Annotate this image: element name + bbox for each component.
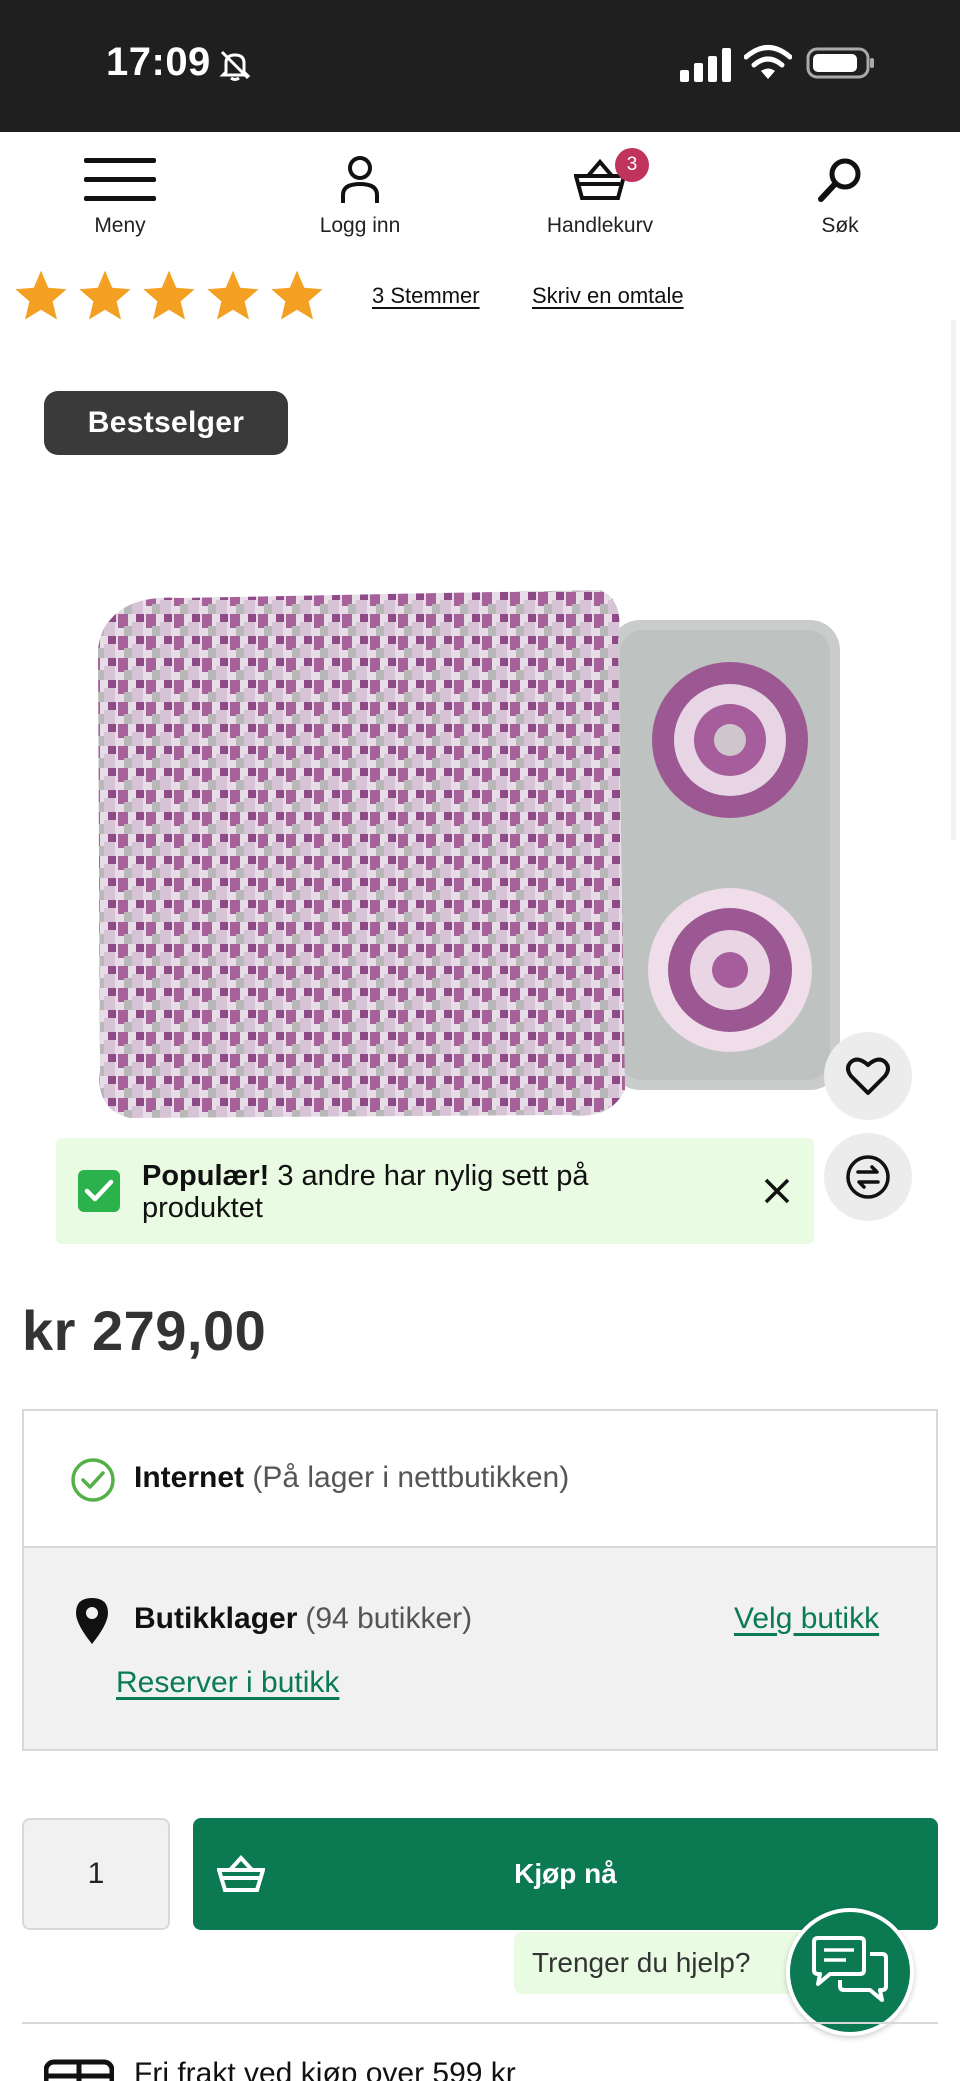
stock-internet-row: Internet (På lager i nettbutikken) [24,1411,936,1548]
scrollbar[interactable] [951,320,956,840]
star-icon [207,270,259,320]
checkbox-checked-icon [78,1170,120,1212]
votes-link[interactable]: 3 Stemmer [372,283,480,309]
status-bar: 17:09 [0,0,960,132]
heart-icon [846,1057,890,1095]
wishlist-button[interactable] [824,1032,912,1120]
cart-label: Handlekurv [546,214,654,237]
internet-label: Internet [134,1461,245,1494]
popular-strong: Populær! [142,1160,270,1192]
delivery-box-icon [44,2059,114,2081]
top-navigation: Meny Logg inn 3 Handlekurv Søk [0,132,960,250]
stock-shop-row: Butikklager (94 butikker) Velg butikk Res… [24,1548,936,1749]
login-label: Logg inn [319,214,401,237]
compare-button[interactable] [824,1133,912,1221]
bestseller-badge: Bestselger [44,391,288,455]
internet-detail: (På lager i nettbutikken) [252,1461,570,1494]
reserve-in-shop-link[interactable]: Reserver i butikk [116,1666,339,1700]
shop-detail: (94 butikker) [305,1602,473,1635]
product-image[interactable] [90,570,860,1140]
popular-notice: Populær! 3 andre har nylig sett på produ… [56,1138,814,1244]
popular-message: Populær! 3 andre har nylig sett på produ… [142,1160,682,1224]
internet-stock-label: Internet (På lager i nettbutikken) [134,1461,569,1495]
user-icon [341,156,379,203]
menu-button[interactable]: Meny [40,154,200,238]
star-icon [15,270,67,320]
close-icon[interactable] [760,1174,794,1208]
rating-stars[interactable] [12,267,326,325]
hamburger-icon [84,158,156,201]
chat-button[interactable] [786,1908,914,2036]
signal-icon [680,48,731,82]
bell-slash-icon [219,50,251,81]
wifi-icon [744,45,792,79]
choose-shop-link[interactable]: Velg butikk [734,1602,879,1636]
menu-label: Meny [94,214,146,237]
cart-count-badge: 3 [615,148,649,182]
status-time: 17:09 [106,40,211,84]
star-icon [79,270,131,320]
shipping-info: Fri frakt ved kjøp over 599 kr [44,2054,516,2081]
write-review-link[interactable]: Skriv en omtale [532,283,684,309]
divider [22,2022,938,2024]
product-price: kr 279,00 [22,1299,267,1362]
shop-stock-label: Butikklager (94 butikker) [134,1602,472,1636]
check-circle-icon [71,1458,115,1502]
rating-row [12,264,326,328]
location-pin-icon [76,1598,108,1644]
stock-box: Internet (På lager i nettbutikken) Butik… [22,1409,938,1751]
cart-button[interactable]: 3 Handlekurv [520,148,680,238]
login-button[interactable]: Logg inn [280,154,440,238]
shop-label: Butikklager [134,1602,298,1635]
search-label: Søk [821,214,859,237]
search-icon [818,158,861,202]
search-button[interactable]: Søk [760,154,920,238]
shipping-text: Fri frakt ved kjøp over 599 kr [134,2057,516,2081]
help-prompt[interactable]: Trenger du hjelp? [514,1932,804,1994]
buy-now-label: Kjøp nå [514,1858,617,1889]
quantity-field[interactable]: 1 [22,1818,170,1930]
compare-icon [846,1155,890,1199]
star-icon [271,270,323,320]
chat-bubbles-icon [812,1936,888,2002]
star-icon [143,270,195,320]
battery-icon [806,47,874,79]
